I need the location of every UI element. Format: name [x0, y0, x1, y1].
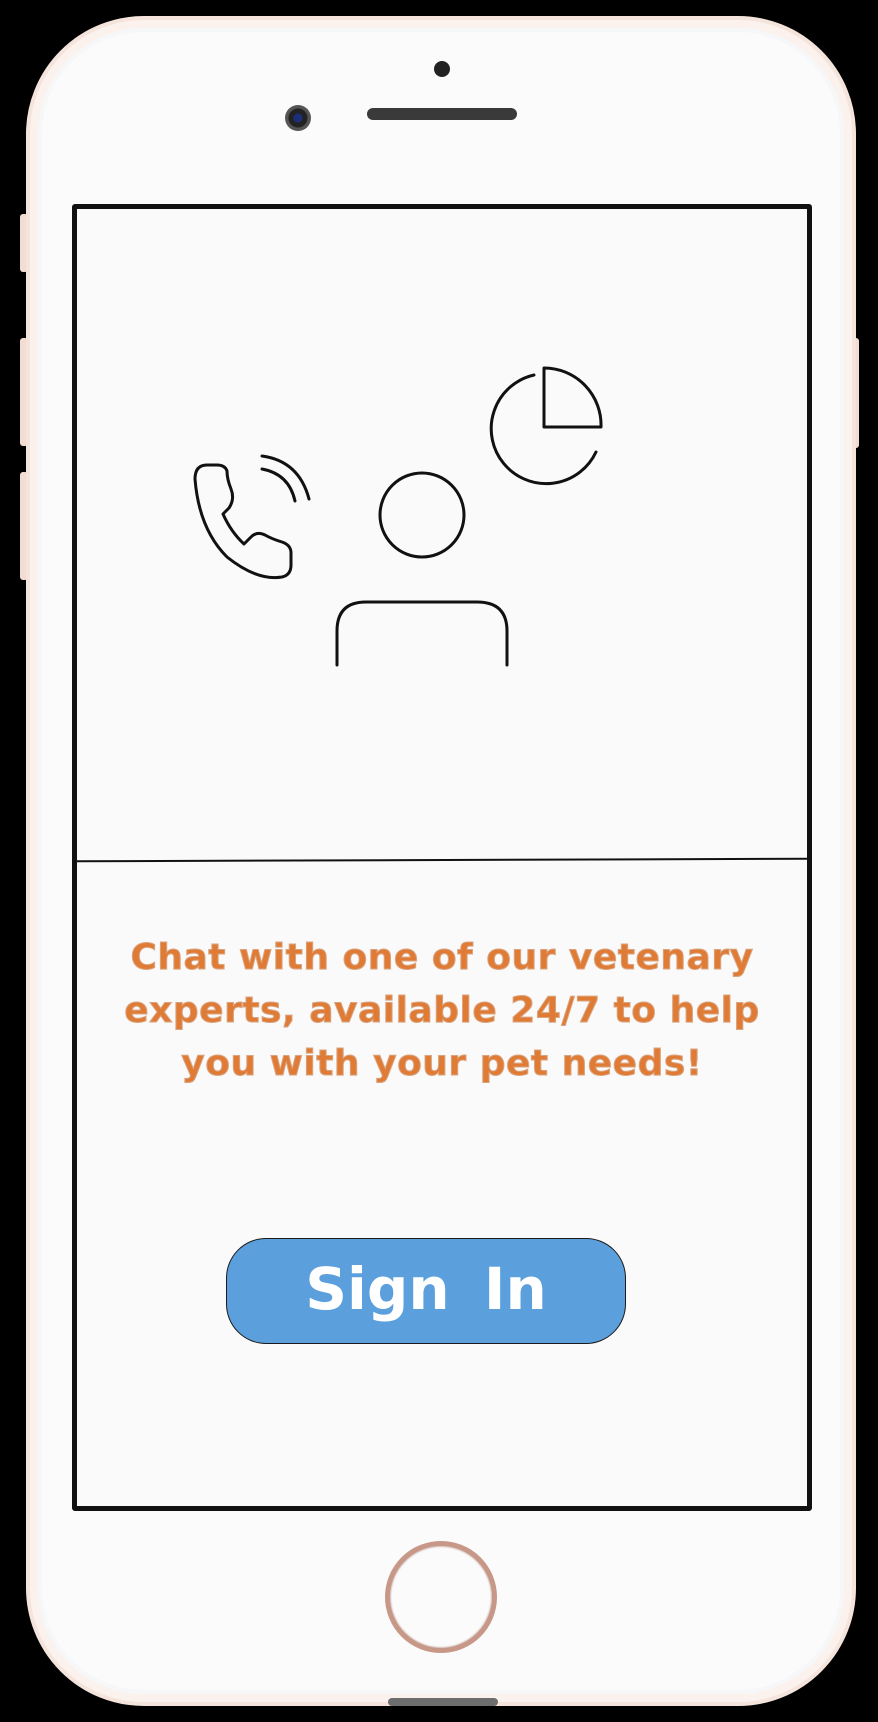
- earpiece-speaker: [367, 108, 517, 120]
- pie-chart-icon: [489, 366, 603, 486]
- lightning-port: [388, 1698, 498, 1706]
- user-icon: [335, 471, 509, 667]
- welcome-message: Chat with one of our vetenary experts, a…: [124, 937, 760, 1085]
- hero-illustration: [193, 366, 603, 667]
- phone-call-icon: [193, 454, 311, 580]
- phone-screen: Chat with one of our vetenary experts, a…: [72, 204, 812, 1511]
- front-camera: [285, 105, 311, 131]
- sign-in-button[interactable]: Sign In: [226, 1238, 626, 1344]
- proximity-sensor: [434, 61, 450, 77]
- home-button[interactable]: [385, 1541, 497, 1653]
